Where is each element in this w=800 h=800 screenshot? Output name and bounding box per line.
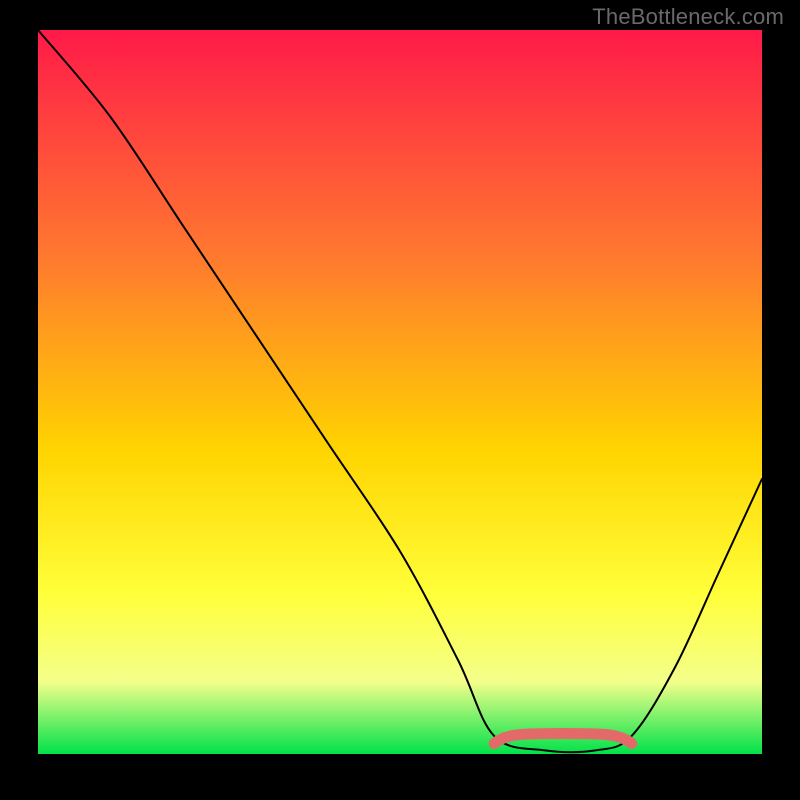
gradient-background (38, 30, 762, 754)
plot-area (38, 30, 762, 754)
watermark-text: TheBottleneck.com (592, 4, 784, 30)
chart-frame: TheBottleneck.com (0, 0, 800, 800)
chart-svg (38, 30, 762, 754)
